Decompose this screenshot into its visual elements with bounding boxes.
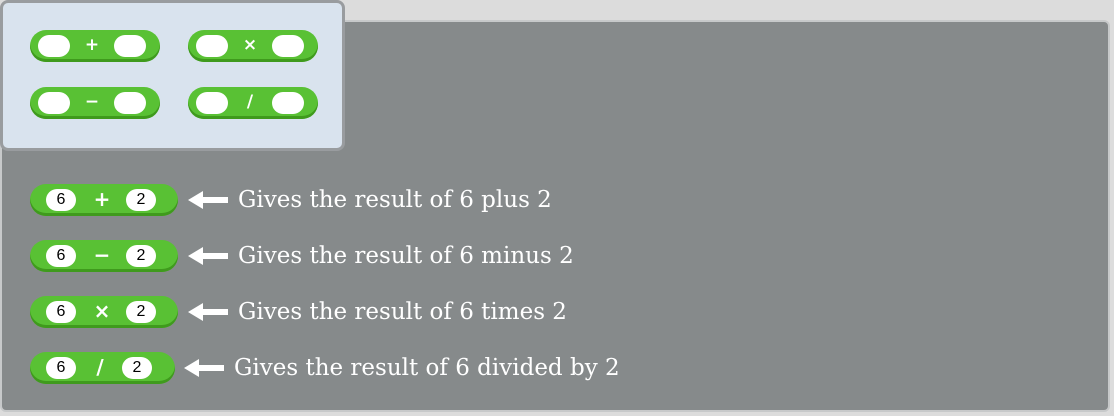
empty-slot-right[interactable]: [114, 35, 146, 57]
block-palette: + × − /: [0, 0, 345, 151]
operator-label: ×: [93, 299, 111, 323]
left-value-slot[interactable]: 6: [46, 189, 76, 211]
palette-block-minus[interactable]: −: [30, 87, 160, 119]
operator-label: /: [96, 355, 104, 379]
operator-label: +: [93, 187, 111, 211]
operator-label: /: [246, 92, 254, 112]
right-value-slot[interactable]: 2: [126, 245, 156, 267]
palette-block-times[interactable]: ×: [188, 30, 318, 62]
example-block-minus[interactable]: 6 − 2: [30, 240, 178, 272]
palette-block-plus[interactable]: +: [30, 30, 160, 62]
example-description: Gives the result of 6 plus 2: [238, 187, 552, 213]
palette-block-divide[interactable]: /: [188, 87, 318, 119]
left-arrow-icon: [188, 191, 228, 209]
example-description: Gives the result of 6 minus 2: [238, 243, 574, 269]
right-value-slot[interactable]: 2: [126, 301, 156, 323]
empty-slot-left[interactable]: [196, 35, 228, 57]
right-value-slot[interactable]: 2: [126, 189, 156, 211]
empty-slot-left[interactable]: [196, 92, 228, 114]
example-description: Gives the result of 6 times 2: [238, 299, 567, 325]
left-value-slot[interactable]: 6: [46, 245, 76, 267]
example-block-plus[interactable]: 6 + 2: [30, 184, 178, 216]
operator-label: ×: [242, 35, 258, 55]
left-arrow-icon: [184, 359, 224, 377]
operator-label: −: [93, 243, 111, 267]
empty-slot-left[interactable]: [38, 92, 70, 114]
right-value-slot[interactable]: 2: [122, 357, 152, 379]
left-arrow-icon: [188, 303, 228, 321]
example-block-times[interactable]: 6 × 2: [30, 296, 178, 328]
example-description: Gives the result of 6 divided by 2: [234, 355, 620, 381]
left-value-slot[interactable]: 6: [46, 301, 76, 323]
example-block-divide[interactable]: 6 / 2: [30, 352, 175, 384]
empty-slot-right[interactable]: [114, 92, 146, 114]
left-value-slot[interactable]: 6: [46, 357, 76, 379]
empty-slot-right[interactable]: [272, 35, 304, 57]
operator-label: −: [84, 92, 100, 112]
empty-slot-left[interactable]: [38, 35, 70, 57]
operator-label: +: [84, 35, 100, 55]
empty-slot-right[interactable]: [272, 92, 304, 114]
left-arrow-icon: [188, 247, 228, 265]
